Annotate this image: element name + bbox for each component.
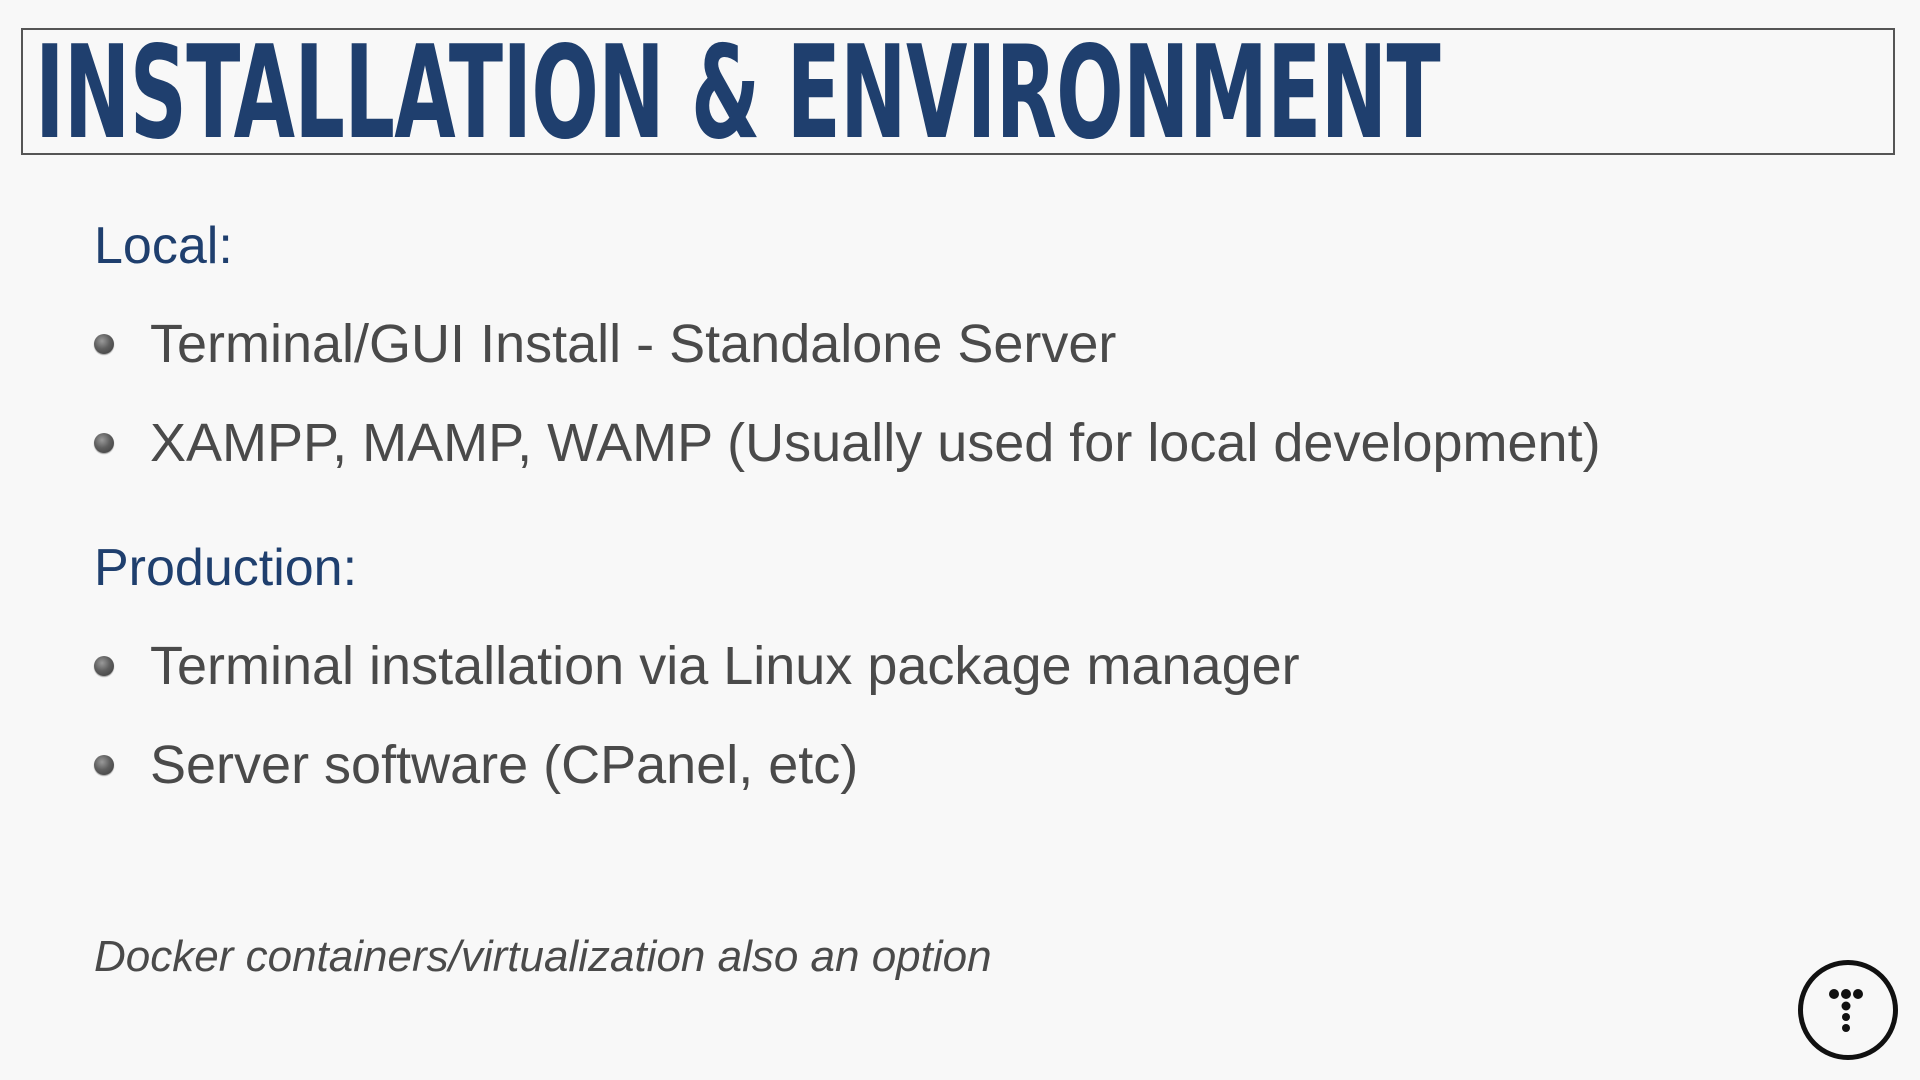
- slide: INSTALLATION & ENVIRONMENT Local: Termin…: [0, 0, 1920, 1080]
- bullet-icon: [94, 334, 114, 354]
- slide-title: INSTALLATION & ENVIRONMENT: [35, 28, 1441, 155]
- bullet-icon: [94, 433, 114, 453]
- bullet-item: Server software (CPanel, etc): [94, 735, 858, 795]
- section-heading-local: Local:: [94, 217, 233, 275]
- bullet-icon: [94, 755, 114, 775]
- title-box: INSTALLATION & ENVIRONMENT: [21, 28, 1895, 155]
- dotted-t-logo-icon: [1829, 989, 1863, 1032]
- footnote: Docker containers/virtualization also an…: [94, 932, 992, 981]
- bullet-item: XAMPP, MAMP, WAMP (Usually used for loca…: [94, 413, 1601, 473]
- dotted-t-logo-icon: [1798, 960, 1898, 1060]
- bullet-text: XAMPP, MAMP, WAMP (Usually used for loca…: [150, 413, 1601, 473]
- bullet-item: Terminal installation via Linux package …: [94, 636, 1300, 696]
- bullet-item: Terminal/GUI Install - Standalone Server: [94, 314, 1116, 374]
- bullet-text: Terminal/GUI Install - Standalone Server: [150, 314, 1117, 374]
- bullet-icon: [94, 656, 114, 676]
- section-heading-production: Production:: [94, 539, 358, 597]
- bullet-text: Server software (CPanel, etc): [150, 735, 859, 795]
- bullet-text: Terminal installation via Linux package …: [150, 636, 1300, 696]
